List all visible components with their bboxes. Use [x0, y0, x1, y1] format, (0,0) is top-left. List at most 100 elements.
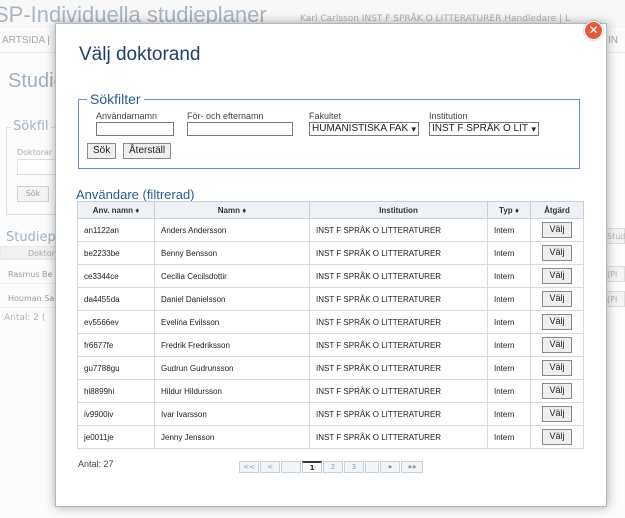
column-header-name[interactable]: Namn ♦ [154, 201, 310, 219]
user-row: gu7788gu Gudrun Gudrunsson INST F SPRÅK O … [77, 356, 584, 380]
cell-institution: INST F SPRÅK O LITTERATURER [309, 287, 488, 311]
select-user-button[interactable]: Välj [542, 383, 572, 399]
search-button[interactable]: Sök [87, 143, 117, 159]
select-user-button[interactable]: Välj [542, 222, 572, 238]
cell-name: Cecilia Cecilsdottir [154, 264, 310, 288]
cell-name: Gudrun Gudrunsson [154, 356, 310, 380]
page-2-button[interactable]: 2 [323, 461, 343, 473]
cell-institution: INST F SPRÅK O LITTERATURER [309, 356, 488, 380]
page-3-button[interactable]: 3 [344, 461, 364, 473]
cell-institution: INST F SPRÅK O LITTERATURER [309, 241, 488, 265]
close-icon[interactable]: ✕ [584, 21, 603, 40]
cell-action: Välj [530, 379, 584, 403]
next-page-button[interactable]: » [380, 461, 400, 473]
page-1-button[interactable]: 1 [302, 461, 322, 473]
search-filter-legend: Sökfilter [87, 91, 144, 107]
select-user-button[interactable]: Välj [542, 291, 572, 307]
column-header-username[interactable]: Anv. namn ♦ [77, 201, 155, 219]
institution-label: Institution [429, 111, 468, 121]
cell-action: Välj [530, 402, 584, 426]
cell-name: Hildur Hildursson [154, 379, 310, 403]
cell-type: Intern [487, 241, 531, 265]
cell-action: Välj [530, 264, 584, 288]
cell-institution: INST F SPRÅK O LITTERATURER [309, 379, 488, 403]
chevron-down-icon: ▾ [411, 124, 416, 134]
cell-name: Fredrik Fredriksson [154, 333, 310, 357]
institution-select[interactable]: INST F SPRÅK O LIT ▾ [429, 122, 539, 136]
cell-institution: INST F SPRÅK O LITTERATURER [309, 264, 488, 288]
cell-institution: INST F SPRÅK O LITTERATURER [309, 425, 488, 449]
select-user-button[interactable]: Välj [542, 429, 572, 445]
column-header-action: Åtgärd [530, 201, 584, 219]
pager-spacer [365, 461, 379, 473]
select-user-button[interactable]: Välj [542, 245, 572, 261]
cell-name: Jenny Jensson [154, 425, 310, 449]
column-header-institution: Institution [309, 201, 488, 219]
faculty-select[interactable]: HUMANISTISKA FAK ▾ [309, 122, 419, 136]
pager-spacer [281, 461, 301, 473]
cell-username: be2233be [77, 241, 155, 265]
cell-institution: INST F SPRÅK O LITTERATURER [309, 333, 488, 357]
user-row: fr6677fe Fredrik Fredriksson INST F SPRÅK … [77, 333, 584, 357]
user-row: iv9900iv Ivar Ivarsson INST F SPRÅK O LITT… [77, 402, 584, 426]
user-row: ev5566ev Evelina Evilsson INST F SPRÅK O L… [77, 310, 584, 334]
cell-username: ev5566ev [77, 310, 155, 334]
cell-action: Välj [530, 333, 584, 357]
user-row: ce3344ce Cecilia Cecilsdottir INST F SPRÅK… [77, 264, 584, 288]
name-input[interactable] [187, 122, 293, 136]
username-label: Användarnamn [96, 111, 158, 121]
column-header-type[interactable]: Typ ♦ [487, 201, 531, 219]
user-row: be2233be Benny Bensson INST F SPRÅK O LITT… [77, 241, 584, 265]
cell-username: fr6677fe [77, 333, 155, 357]
cell-username: da4455da [77, 287, 155, 311]
cell-name: Ivar Ivarsson [154, 402, 310, 426]
cell-name: Anders Andersson [154, 218, 310, 242]
previous-page-button[interactable]: < [260, 461, 280, 473]
cell-institution: INST F SPRÅK O LITTERATURER [309, 402, 488, 426]
cell-type: Intern [487, 287, 531, 311]
cell-username: ce3344ce [77, 264, 155, 288]
cell-type: Intern [487, 425, 531, 449]
cell-type: Intern [487, 379, 531, 403]
cell-action: Välj [530, 310, 584, 334]
cell-username: gu7788gu [77, 356, 155, 380]
cell-username: iv9900iv [77, 402, 155, 426]
cell-action: Välj [530, 425, 584, 449]
cell-name: Daniel Danielsson [154, 287, 310, 311]
users-table-title: Användare (filtrerad) [76, 187, 195, 202]
cell-username: je0011je [77, 425, 155, 449]
cell-action: Välj [530, 356, 584, 380]
select-doctoral-student-dialog: Välj doktorand Sökfilter Användarnamn Fö… [55, 23, 607, 507]
result-count: Antal: 27 [78, 459, 114, 469]
users-table: Anv. namn ♦ Namn ♦ Institution Typ ♦ Åtg… [77, 201, 584, 449]
dialog-title: Välj doktorand [79, 44, 201, 65]
cell-action: Välj [530, 287, 584, 311]
faculty-label: Fakultet [309, 111, 342, 121]
select-user-button[interactable]: Välj [542, 406, 572, 422]
cell-institution: INST F SPRÅK O LITTERATURER [309, 310, 488, 334]
users-table-header-row: Anv. namn ♦ Namn ♦ Institution Typ ♦ Åtg… [77, 201, 584, 219]
cell-name: Benny Bensson [154, 241, 310, 265]
select-user-button[interactable]: Välj [542, 314, 572, 330]
reset-button[interactable]: Återställ [123, 143, 172, 159]
select-user-button[interactable]: Välj [542, 268, 572, 284]
cell-type: Intern [487, 356, 531, 380]
cell-username: hi8899hi [77, 379, 155, 403]
first-page-button[interactable]: << [239, 461, 259, 473]
select-user-button[interactable]: Välj [542, 360, 572, 376]
name-label: För- och efternamn [187, 111, 264, 121]
select-user-button[interactable]: Välj [542, 337, 572, 353]
faculty-selected-value: HUMANISTISKA FAK [312, 123, 409, 134]
institution-selected-value: INST F SPRÅK O LIT [432, 123, 528, 134]
user-row: da4455da Daniel Danielsson INST F SPRÅK O … [77, 287, 584, 311]
cell-name: Evelina Evilsson [154, 310, 310, 334]
cell-institution: INST F SPRÅK O LITTERATURER [309, 218, 488, 242]
username-input[interactable] [96, 122, 174, 136]
user-row: je0011je Jenny Jensson INST F SPRÅK O LITT… [77, 425, 584, 449]
cell-type: Intern [487, 218, 531, 242]
search-filter-box: Sökfilter Användarnamn För- och efternam… [78, 91, 580, 169]
last-page-button[interactable]: »» [401, 461, 423, 473]
chevron-down-icon: ▾ [531, 124, 536, 134]
user-row: hi8899hi Hildur Hildursson INST F SPRÅK O … [77, 379, 584, 403]
cell-type: Intern [487, 310, 531, 334]
